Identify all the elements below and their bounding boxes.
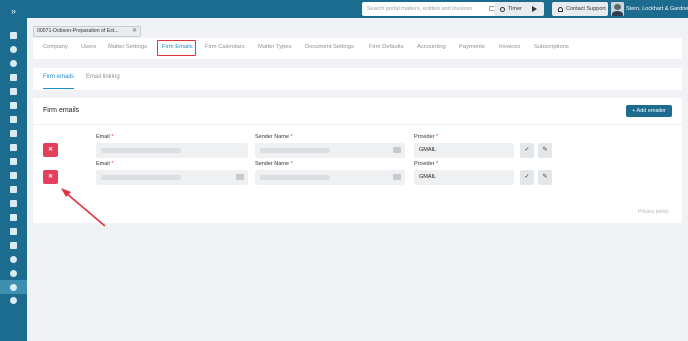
- annotation-arrow: [61, 188, 106, 227]
